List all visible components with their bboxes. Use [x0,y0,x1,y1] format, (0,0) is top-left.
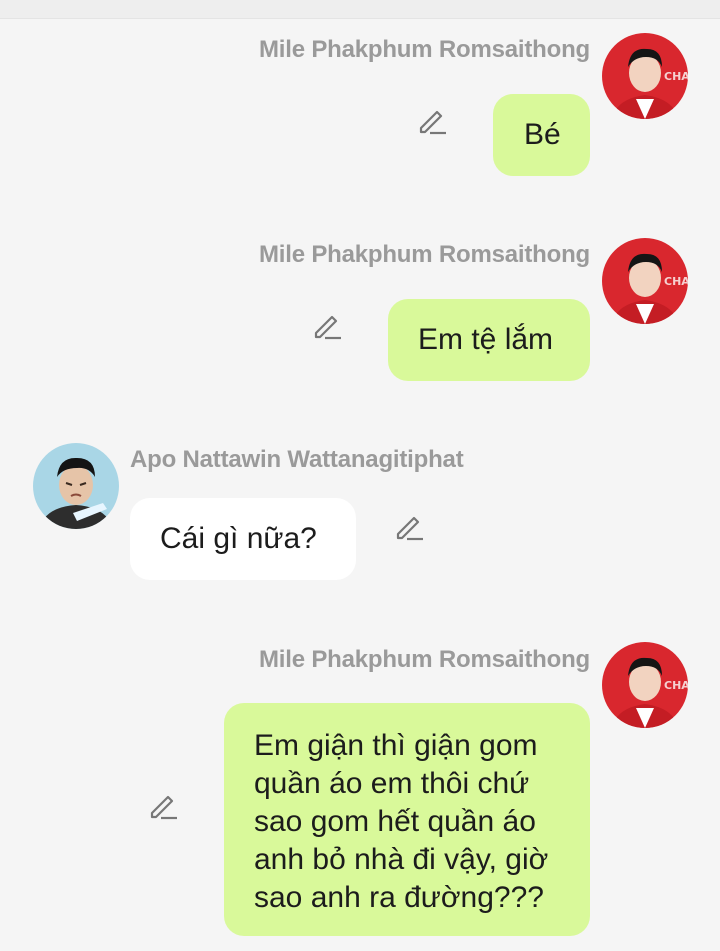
svg-text:CHA: CHA [664,679,688,692]
top-strip [0,0,720,19]
svg-text:CHA: CHA [664,275,688,288]
sender-name: Mile Phakphum Romsaithong [258,646,590,673]
avatar[interactable] [33,443,119,529]
message-text: Cái gì nữa? [160,522,317,555]
message-bubble[interactable]: Em giận thì giận gom quần áo em thôi chứ… [224,703,590,936]
avatar[interactable]: CHA [602,642,688,728]
avatar[interactable]: CHA [602,33,688,119]
message-bubble[interactable]: Cái gì nữa? [130,498,356,580]
message-bubble[interactable]: Em tệ lắm [388,299,590,381]
pencil-edit-icon[interactable] [147,790,179,822]
message-text: Em giận thì giận gom quần áo em thôi chứ… [254,729,549,914]
pencil-edit-icon[interactable] [311,310,343,342]
sender-name: Mile Phakphum Romsaithong [258,241,590,268]
sender-name: Mile Phakphum Romsaithong [258,36,590,63]
svg-text:CHA: CHA [664,70,688,83]
pencil-edit-icon[interactable] [416,105,448,137]
message-bubble[interactable]: Bé [493,94,590,176]
sender-name: Apo Nattawin Wattanagitiphat [130,446,464,473]
avatar[interactable]: CHA [602,238,688,324]
pencil-edit-icon[interactable] [393,511,425,543]
message-text: Bé [524,118,561,151]
message-text: Em tệ lắm [418,323,554,356]
